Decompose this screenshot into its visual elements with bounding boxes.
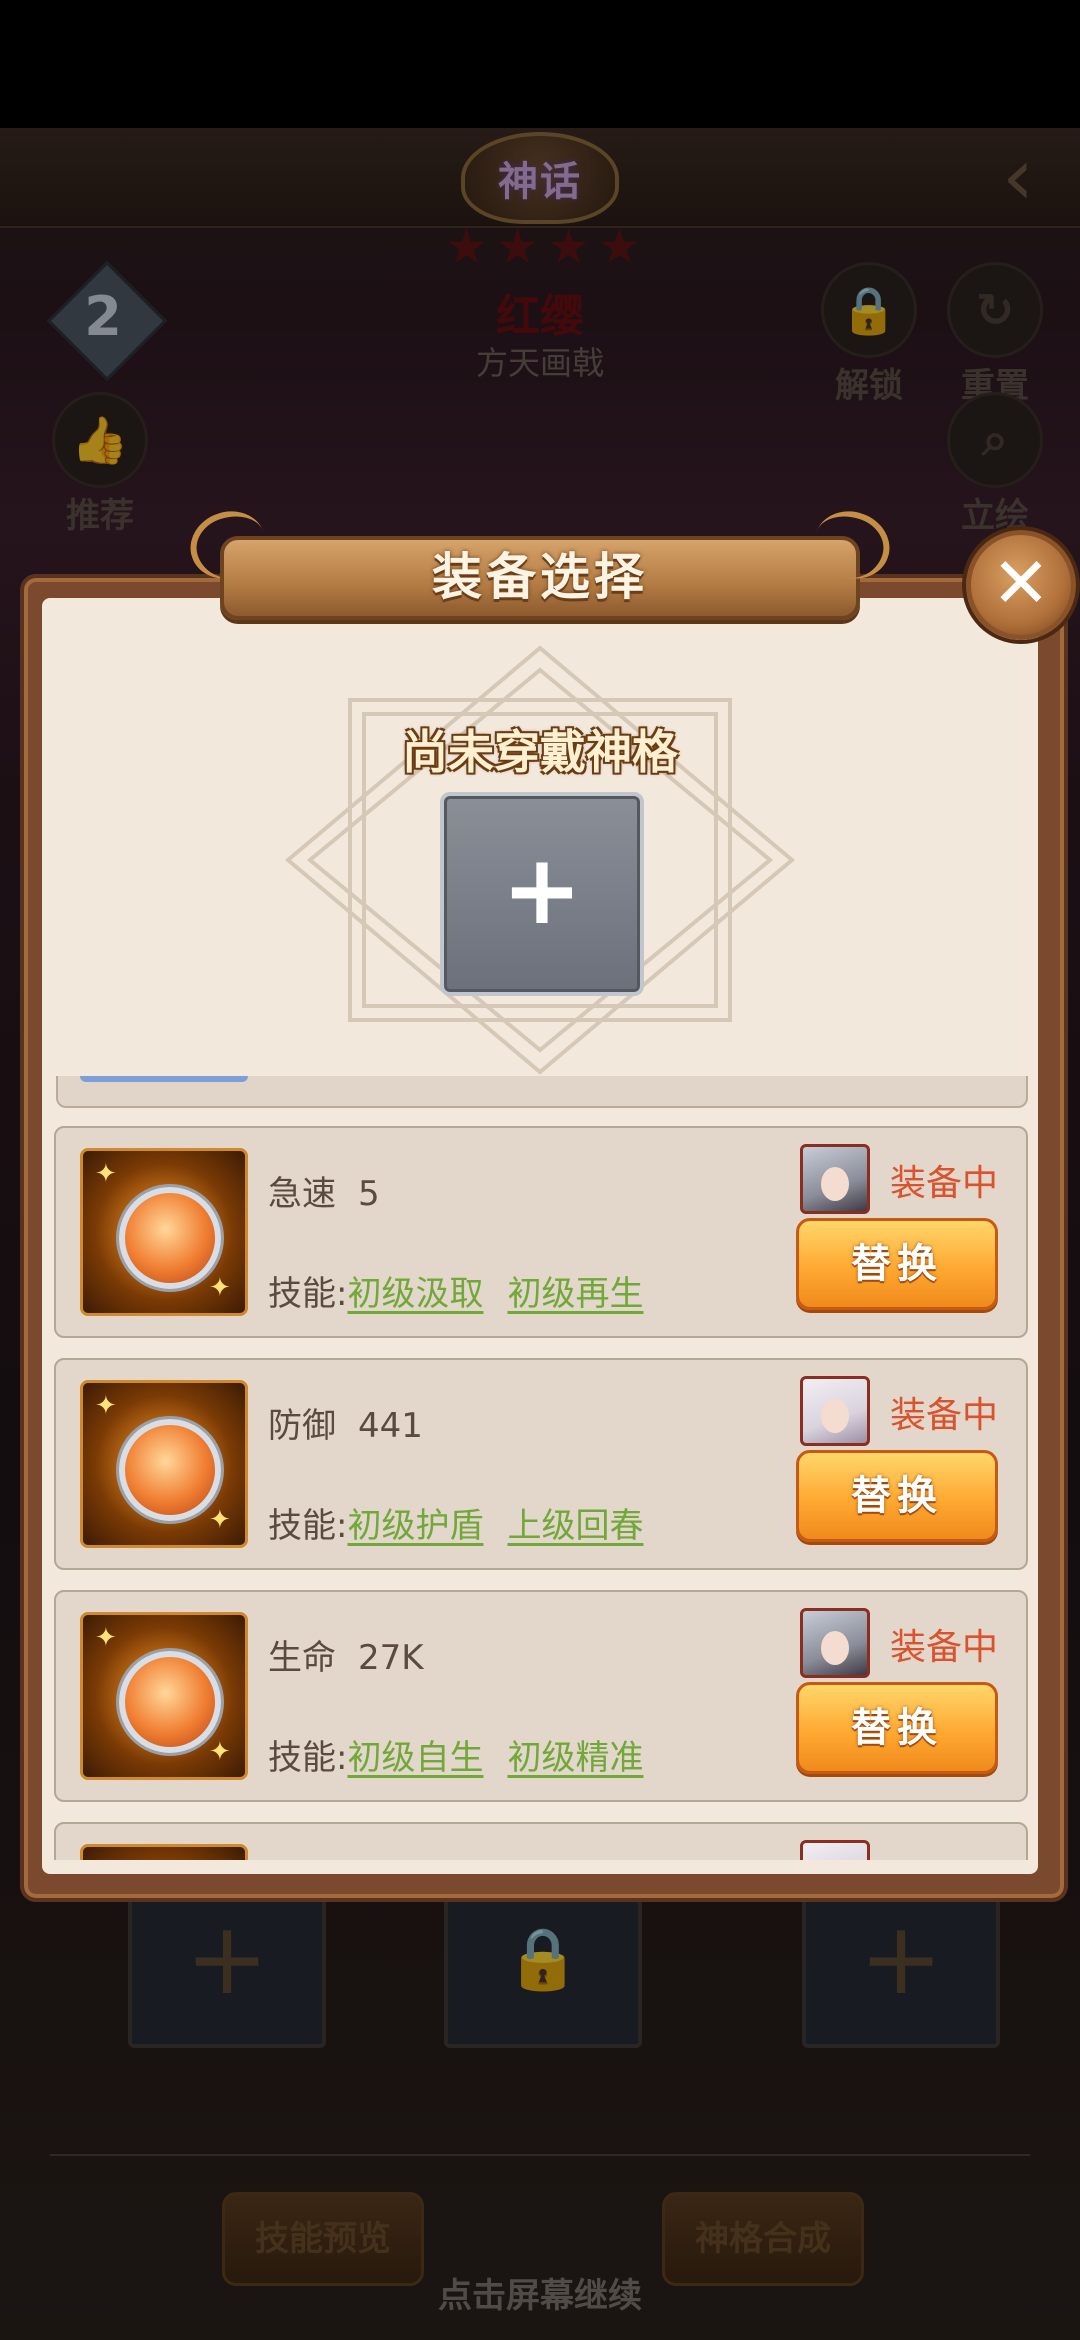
stat-value: 441 — [358, 1406, 423, 1446]
add-equipment-slot[interactable]: + — [440, 792, 644, 996]
close-button[interactable]: ✕ — [966, 530, 1076, 640]
stat-name: 生命 — [268, 1638, 336, 1678]
hero-avatar — [800, 1376, 870, 1446]
skill-link[interactable]: 初级汲取 — [347, 1274, 483, 1314]
stat-name: 防御 — [268, 1406, 336, 1446]
list-item-partial[interactable] — [54, 1822, 1028, 1860]
stat-line: 防御 441 — [268, 1398, 423, 1447]
stat-name: 急速 — [268, 1174, 336, 1214]
skill-prefix: 技能: — [268, 1274, 348, 1314]
equipped-status: 装备中 — [890, 1395, 999, 1436]
stat-line: 生命 27K — [268, 1630, 424, 1679]
divinity-medal-icon — [80, 1844, 248, 1860]
stat-value: 5 — [358, 1174, 380, 1214]
stat-line: 急速 5 — [268, 1166, 380, 1215]
divinity-medal-icon: ✦ ✦ — [80, 1380, 248, 1548]
skill-prefix: 技能: — [268, 1506, 348, 1546]
divinity-medal-icon: ✦ ✦ — [80, 1148, 248, 1316]
replace-button[interactable]: 替换 — [796, 1218, 998, 1310]
skill-line: 技能:初级自生 初级精准 — [268, 1730, 667, 1779]
equipped-status: 装备中 — [890, 1163, 999, 1204]
list-item[interactable]: ✦ ✦ 急速 5 技能:初级汲取 初级再生 装备中 替换 — [54, 1126, 1028, 1338]
skill-link[interactable]: 初级护盾 — [347, 1506, 483, 1546]
skill-link[interactable]: 上级回春 — [507, 1506, 643, 1546]
modal-title-banner: 装备选择 — [181, 500, 899, 634]
skill-link[interactable]: 初级再生 — [507, 1274, 643, 1314]
stat-value: 27K — [358, 1638, 424, 1678]
list-item-partial — [56, 1076, 1028, 1108]
list-item[interactable]: ✦ ✦ 防御 441 技能:初级护盾 上级回春 装备中 替换 — [54, 1358, 1028, 1570]
divinity-medal-icon: ✦ ✦ — [80, 1612, 248, 1780]
replace-button[interactable]: 替换 — [796, 1450, 998, 1542]
skill-link[interactable]: 初级精准 — [507, 1738, 643, 1778]
skill-prefix: 技能: — [268, 1738, 348, 1778]
skill-line: 技能:初级护盾 上级回春 — [268, 1498, 667, 1547]
modal-title: 装备选择 — [432, 548, 648, 606]
skill-line: 技能:初级汲取 初级再生 — [268, 1266, 667, 1315]
not-equipped-label: 尚未穿戴神格 — [402, 725, 678, 779]
skill-link[interactable]: 初级自生 — [347, 1738, 483, 1778]
hero-avatar — [800, 1144, 870, 1214]
hero-avatar — [800, 1840, 870, 1860]
hero-avatar — [800, 1608, 870, 1678]
equipped-status: 装备中 — [890, 1627, 999, 1668]
list-item[interactable]: ✦ ✦ 生命 27K 技能:初级自生 初级精准 装备中 替换 — [54, 1590, 1028, 1802]
replace-button[interactable]: 替换 — [796, 1682, 998, 1774]
equipment-list[interactable]: ✦ ✦ 急速 5 技能:初级汲取 初级再生 装备中 替换 ✦ ✦ 防御 441 技能:… — [52, 1076, 1028, 1860]
